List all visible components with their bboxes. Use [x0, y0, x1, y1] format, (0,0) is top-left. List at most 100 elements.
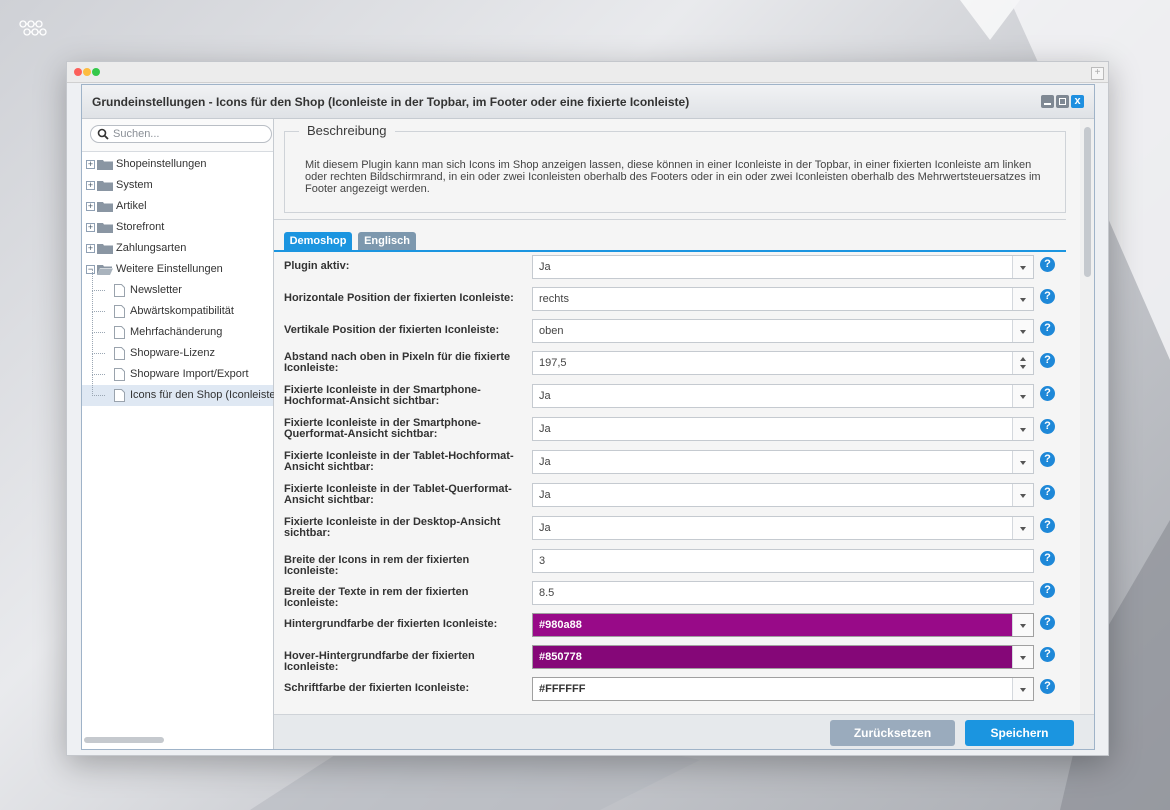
- tree-node-label: Storefront: [116, 221, 165, 233]
- expand-icon[interactable]: +: [86, 181, 95, 190]
- help-icon[interactable]: ?: [1040, 551, 1055, 566]
- tree-node-label: Weitere Einstellungen: [116, 263, 223, 275]
- tree-node-label: Shopeinstellungen: [116, 158, 207, 170]
- hover-hintergrundfarbe-color-field[interactable]: #850778: [532, 645, 1034, 669]
- vertikale-position-select[interactable]: oben: [532, 319, 1034, 343]
- expand-icon[interactable]: +: [86, 244, 95, 253]
- help-icon[interactable]: ?: [1040, 485, 1055, 500]
- form-row-schriftfarbe: Schriftfarbe der fixierten Iconleiste: #…: [274, 677, 1074, 705]
- help-icon[interactable]: ?: [1040, 353, 1055, 368]
- dropdown-trigger-icon[interactable]: [1012, 517, 1033, 539]
- tree-node-icons-fuer-den-shop[interactable]: Icons für den Shop (Iconleiste: [82, 374, 276, 406]
- breite-texte-input[interactable]: 8.5: [532, 581, 1034, 605]
- dropdown-trigger-icon[interactable]: [1012, 646, 1033, 668]
- close-traffic-light[interactable]: [74, 68, 82, 76]
- field-label: Abstand nach oben in Pixeln für die fixi…: [284, 351, 511, 374]
- field-label: Horizontale Position der fixierten Iconl…: [284, 292, 514, 304]
- tab-englisch[interactable]: Englisch: [358, 232, 416, 250]
- field-label: Fixierte Iconleiste in der Desktop-Ansic…: [284, 516, 501, 539]
- help-icon[interactable]: ?: [1040, 452, 1055, 467]
- expand-icon[interactable]: +: [86, 160, 95, 169]
- tree-connector: [92, 269, 105, 291]
- sidebar: + Shopeinstellungen + System + Artikel +: [82, 119, 276, 749]
- help-icon[interactable]: ?: [1040, 518, 1055, 533]
- tablet-querformat-select[interactable]: Ja: [532, 483, 1034, 507]
- dropdown-trigger-icon[interactable]: [1012, 418, 1033, 440]
- form-row-breite-icons: Breite der Icons in rem der fixierten Ic…: [274, 549, 1074, 577]
- help-icon[interactable]: ?: [1040, 386, 1055, 401]
- search-area: [82, 119, 273, 152]
- field-label: Hintergrundfarbe der fixierten Iconleist…: [284, 618, 498, 630]
- dropdown-trigger-icon[interactable]: [1012, 678, 1033, 700]
- help-icon[interactable]: ?: [1040, 321, 1055, 336]
- help-icon[interactable]: ?: [1040, 257, 1055, 272]
- expand-icon[interactable]: +: [86, 223, 95, 232]
- expand-icon[interactable]: +: [86, 202, 95, 211]
- dropdown-trigger-icon[interactable]: [1012, 614, 1033, 636]
- vertical-scrollbar-thumb[interactable]: [1084, 127, 1091, 277]
- help-icon[interactable]: ?: [1040, 615, 1055, 630]
- dropdown-trigger-icon[interactable]: [1012, 256, 1033, 278]
- search-icon: [97, 128, 109, 140]
- new-tab-button[interactable]: +: [1091, 67, 1104, 80]
- field-label: Vertikale Position der fixierten Iconlei…: [284, 324, 500, 336]
- maximize-button[interactable]: [1056, 95, 1069, 108]
- tree-node-abwaertskompatibilitaet[interactable]: Abwärtskompatibilität: [82, 290, 273, 322]
- help-icon[interactable]: ?: [1040, 647, 1055, 662]
- field-value: #850778: [539, 651, 582, 663]
- search-box[interactable]: [90, 125, 272, 143]
- smartphone-hochformat-select[interactable]: Ja: [532, 384, 1034, 408]
- tablet-hochformat-select[interactable]: Ja: [532, 450, 1034, 474]
- plugin-aktiv-select[interactable]: Ja: [532, 255, 1034, 279]
- dropdown-trigger-icon[interactable]: [1012, 451, 1033, 473]
- tree-node-artikel[interactable]: + Artikel: [82, 196, 273, 217]
- spinner-icon[interactable]: [1012, 352, 1033, 374]
- tab-demoshop[interactable]: Demoshop: [284, 232, 352, 250]
- tree-node-newsletter[interactable]: Newsletter: [82, 269, 273, 301]
- help-icon[interactable]: ?: [1040, 289, 1055, 304]
- dropdown-trigger-icon[interactable]: [1012, 385, 1033, 407]
- dropdown-trigger-icon[interactable]: [1012, 484, 1033, 506]
- field-value: Ja: [539, 456, 551, 468]
- smartphone-querformat-select[interactable]: Ja: [532, 417, 1034, 441]
- dropdown-trigger-icon[interactable]: [1012, 320, 1033, 342]
- help-icon[interactable]: ?: [1040, 679, 1055, 694]
- dropdown-trigger-icon[interactable]: [1012, 288, 1033, 310]
- reset-button[interactable]: Zurücksetzen: [830, 720, 955, 746]
- save-button[interactable]: Speichern: [965, 720, 1074, 746]
- field-value: oben: [539, 325, 564, 337]
- tree-node-shopeinstellungen[interactable]: + Shopeinstellungen: [82, 154, 273, 175]
- minimize-button[interactable]: [1041, 95, 1054, 108]
- tree-node-shopware-import-export[interactable]: Shopware Import/Export: [82, 353, 273, 385]
- field-value: Ja: [539, 423, 551, 435]
- search-input[interactable]: [113, 127, 263, 141]
- tree-node-mehrfachaenderung[interactable]: Mehrfachänderung: [82, 311, 273, 343]
- vertical-scrollbar[interactable]: [1080, 119, 1094, 715]
- abstand-nach-oben-number-field[interactable]: 197,5: [532, 351, 1034, 375]
- document-icon: [114, 326, 125, 339]
- desktop-select[interactable]: Ja: [532, 516, 1034, 540]
- zoom-traffic-light[interactable]: [92, 68, 100, 76]
- sidebar-horizontal-scrollbar[interactable]: [84, 737, 164, 743]
- field-value: 3: [539, 555, 546, 567]
- description-legend: Beschreibung: [299, 123, 395, 138]
- tree-node-weitere-einstellungen[interactable]: − Weitere Einstellungen: [82, 259, 273, 280]
- schriftfarbe-color-field[interactable]: #FFFFFF: [532, 677, 1034, 701]
- field-label: Fixierte Iconleiste in der Smartphone-Qu…: [284, 417, 481, 440]
- field-value: 8.5: [539, 587, 555, 599]
- tree-node-storefront[interactable]: + Storefront: [82, 217, 273, 238]
- tree-node-label: Icons für den Shop (Iconleiste: [130, 389, 276, 401]
- field-label: Breite der Icons in rem der fixierten Ic…: [284, 554, 470, 577]
- tree-node-zahlungsarten[interactable]: + Zahlungsarten: [82, 238, 273, 259]
- field-label: Breite der Texte in rem der fixierten Ic…: [284, 586, 469, 609]
- horizontale-position-select[interactable]: rechts: [532, 287, 1034, 311]
- tree-node-shopware-lizenz[interactable]: Shopware-Lizenz: [82, 332, 273, 364]
- close-button[interactable]: x: [1071, 95, 1084, 108]
- help-icon[interactable]: ?: [1040, 583, 1055, 598]
- breite-icons-input[interactable]: 3: [532, 549, 1034, 573]
- minimize-traffic-light[interactable]: [83, 68, 91, 76]
- form-row-hover-hintergrundfarbe: Hover-Hintergrundfarbe der fixierten Ico…: [274, 645, 1074, 673]
- tree-node-system[interactable]: + System: [82, 175, 273, 196]
- help-icon[interactable]: ?: [1040, 419, 1055, 434]
- hintergrundfarbe-color-field[interactable]: #980a88: [532, 613, 1034, 637]
